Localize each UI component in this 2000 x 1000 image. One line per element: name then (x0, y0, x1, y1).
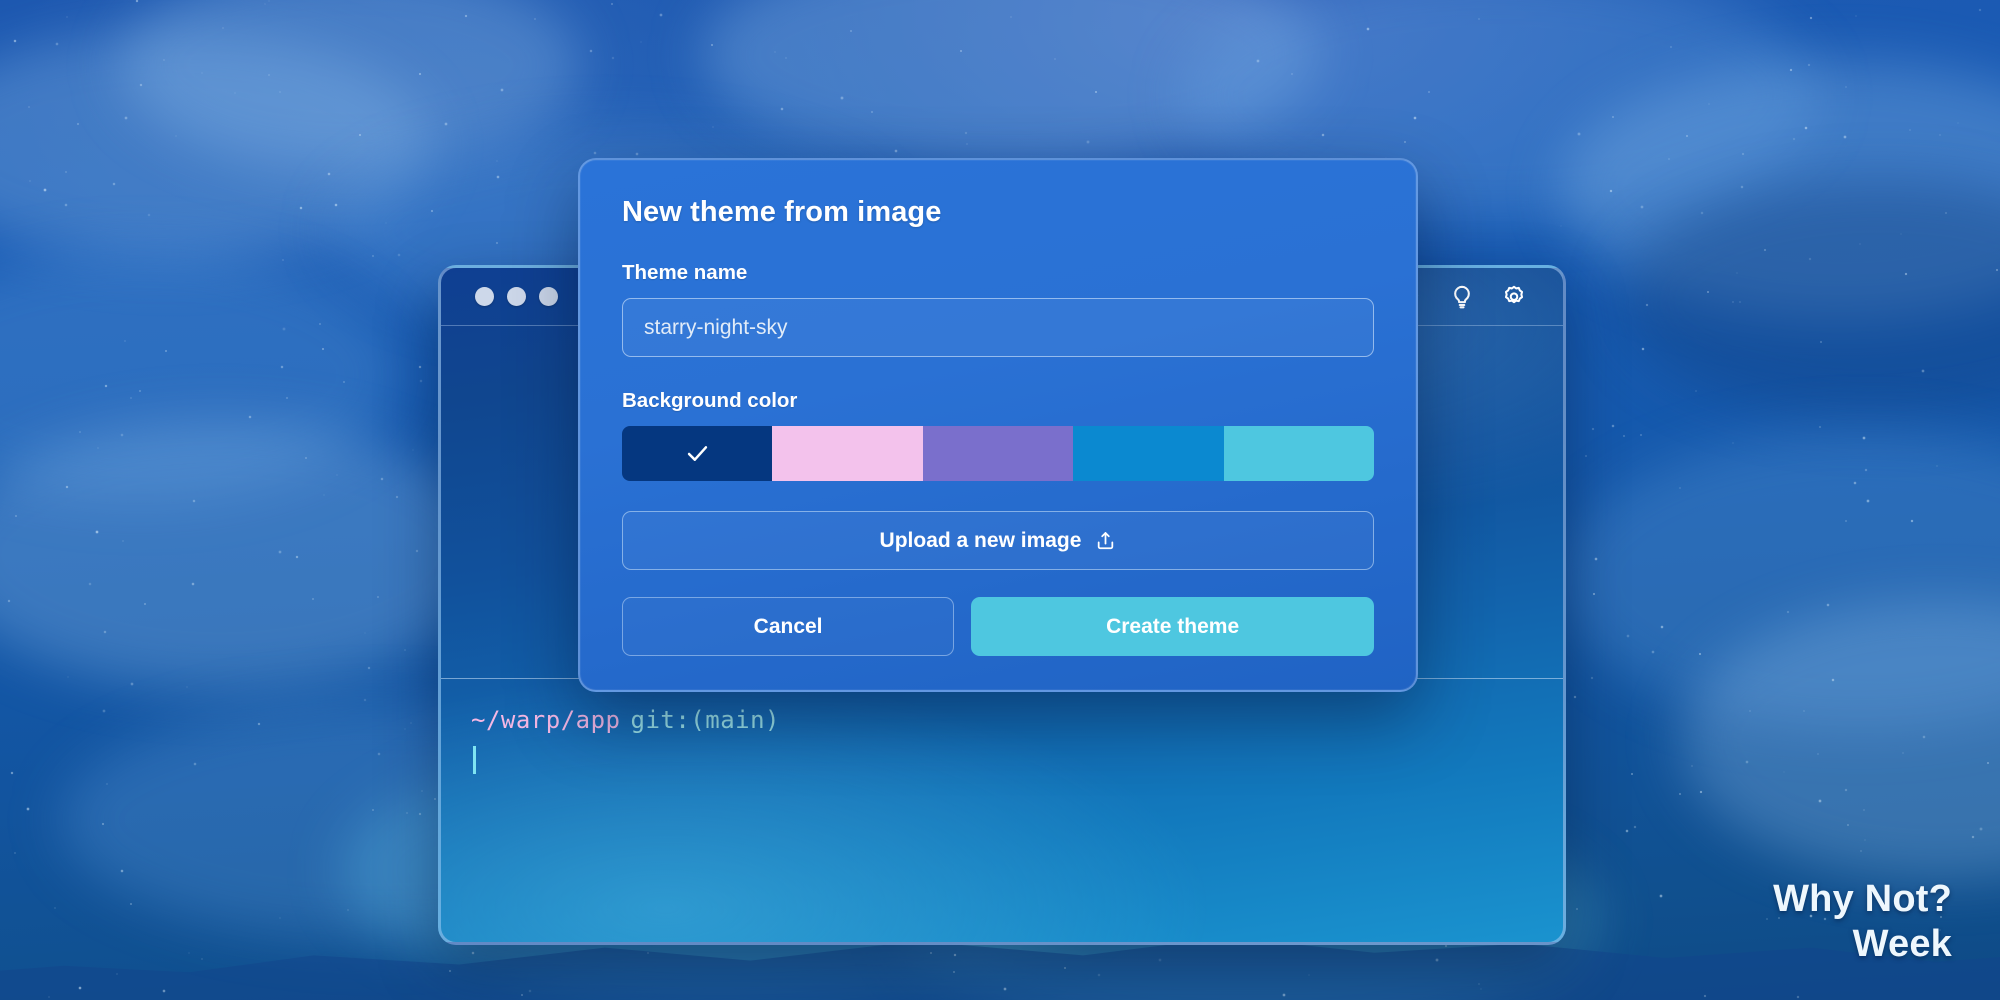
create-theme-button[interactable]: Create theme (971, 597, 1374, 656)
close-dot[interactable] (475, 287, 494, 306)
theme-name-input[interactable] (622, 298, 1374, 357)
lightbulb-icon[interactable] (1449, 284, 1475, 310)
terminal-prompt: ~/warp/app git:(main) (471, 706, 780, 734)
cloud-blob (1560, 430, 2000, 730)
campaign-text: Why Not? Week (1773, 877, 1952, 966)
upload-icon (1095, 530, 1116, 551)
campaign-line-1: Why Not? (1773, 878, 1952, 921)
swatch-navy[interactable] (622, 426, 773, 481)
swatch-cyan[interactable] (1223, 426, 1374, 481)
theme-name-label: Theme name (622, 261, 748, 284)
maximize-dot[interactable] (539, 287, 558, 306)
new-theme-dialog: New theme from image Theme name Backgrou… (578, 158, 1418, 692)
window-traffic-lights[interactable] (475, 287, 558, 306)
swatch-blue[interactable] (1073, 426, 1224, 481)
minimize-dot[interactable] (507, 287, 526, 306)
cloud-blob (700, 0, 1320, 170)
background-color-swatches (622, 426, 1374, 481)
swatch-pink[interactable] (772, 426, 923, 481)
prompt-path: ~/warp/app (471, 706, 621, 734)
dialog-action-row: Cancel Create theme (622, 597, 1374, 656)
cloud-blob (0, 420, 500, 690)
check-icon (687, 446, 707, 461)
cancel-button[interactable]: Cancel (622, 597, 955, 656)
cloud-blob (0, 30, 430, 260)
cloud-blob (1560, 60, 2000, 320)
upload-button-label: Upload a new image (879, 528, 1082, 552)
prompt-git-branch: git:(main) (630, 706, 780, 734)
gear-icon[interactable] (1501, 284, 1527, 310)
cloud-blob (0, 250, 400, 500)
upload-image-button[interactable]: Upload a new image (622, 511, 1374, 570)
cloud-blob (1680, 600, 2000, 880)
terminal-cursor (473, 746, 476, 774)
screenshot-stage: ~/warp/app git:(main) New theme from imag… (0, 0, 2000, 1000)
swatch-purple[interactable] (922, 426, 1074, 481)
background-color-label: Background color (622, 389, 798, 412)
cloud-blob (120, 0, 580, 170)
dialog-title: New theme from image (622, 196, 942, 228)
campaign-line-2: Week (1852, 922, 1952, 965)
cloud-blob (1620, 180, 2000, 420)
